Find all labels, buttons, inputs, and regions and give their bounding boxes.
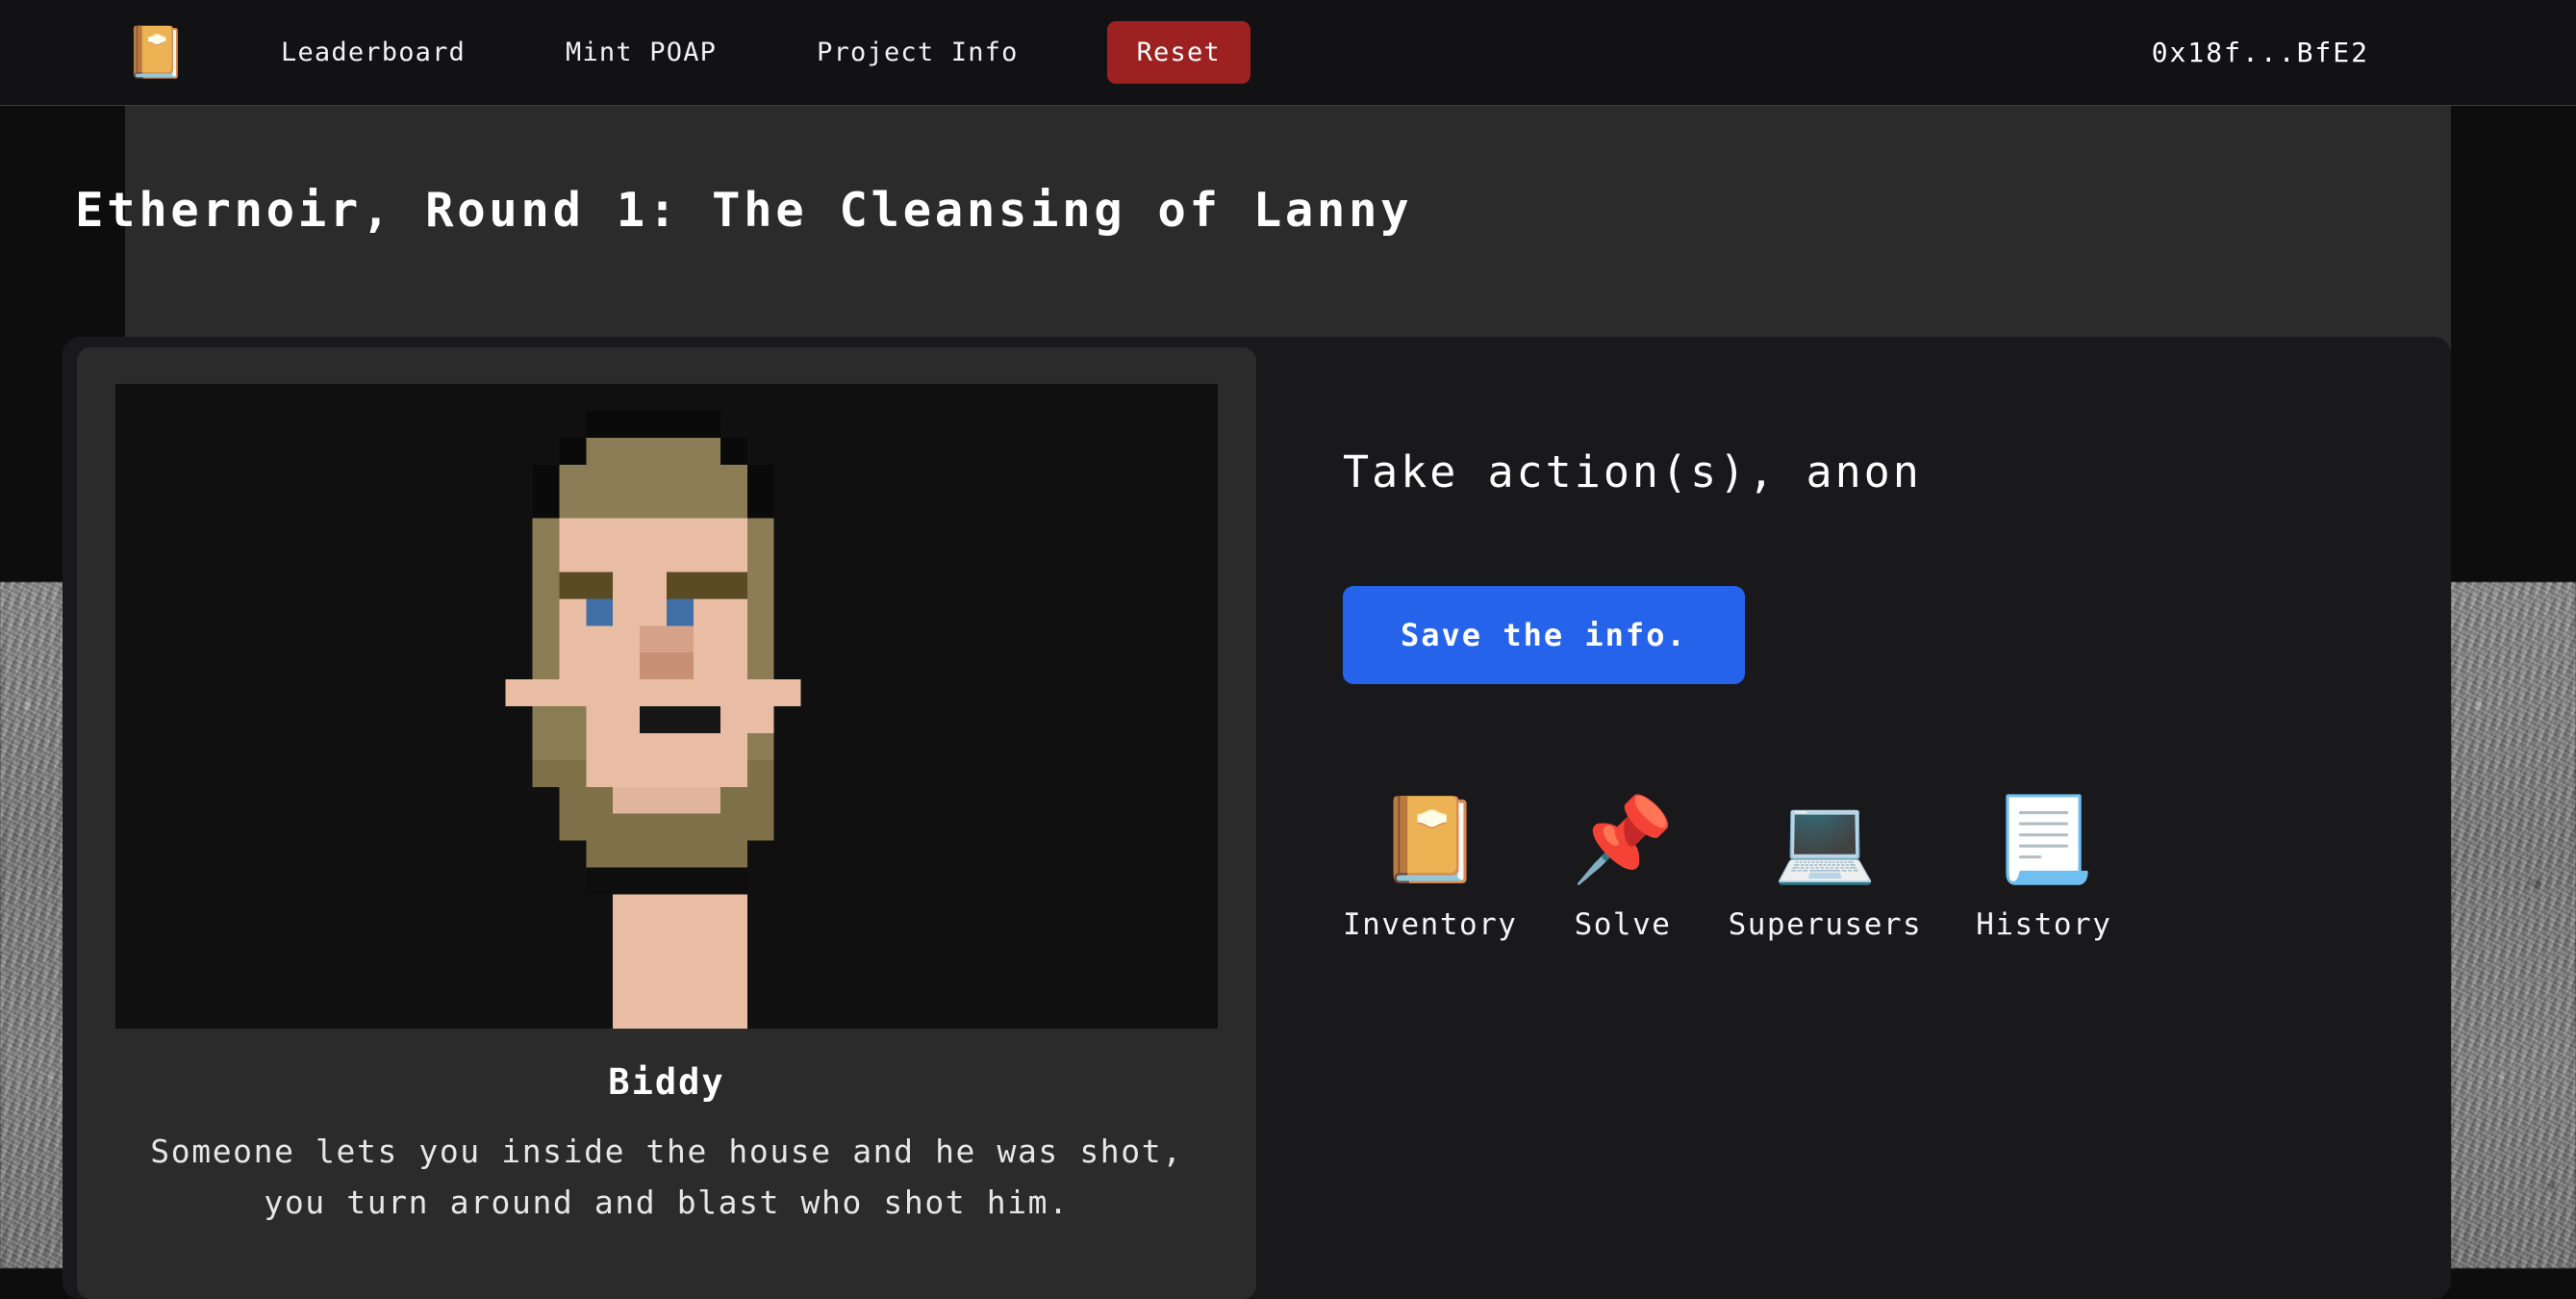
tool-label-inventory: Inventory	[1343, 907, 1518, 942]
character-name: Biddy	[608, 1061, 725, 1103]
tool-label-solve: Solve	[1574, 907, 1672, 942]
pushpin-icon: 📌	[1571, 792, 1675, 888]
tool-label-superusers: Superusers	[1728, 907, 1923, 942]
action-panel-heading: Take action(s), anon	[1343, 446, 1922, 497]
tool-row: 📔 Inventory 📌 Solve 💻 Superusers 📃 Histo…	[1343, 786, 2451, 942]
tool-superusers[interactable]: 💻 Superusers	[1729, 786, 1923, 942]
nav-links: Leaderboard Mint POAP Project Info Reset	[269, 21, 1250, 84]
nav-link-leaderboard[interactable]: Leaderboard	[269, 28, 477, 77]
tool-inventory[interactable]: 📔 Inventory	[1343, 786, 1517, 942]
save-the-info-button[interactable]: Save the info.	[1343, 586, 1745, 684]
right-texture-margin	[2451, 582, 2576, 1268]
game-board: Biddy Someone lets you inside the house …	[63, 337, 2451, 1299]
tool-label-history: History	[1976, 907, 2112, 942]
notebook-logo-icon[interactable]: 📔	[125, 19, 188, 87]
page-title: Ethernoir, Round 1: The Cleansing of Lan…	[75, 183, 1413, 238]
page-stage: 📔 Leaderboard Mint POAP Project Info Res…	[0, 0, 2576, 1299]
laptop-icon: 💻	[1773, 792, 1877, 888]
character-portrait	[115, 384, 1218, 1029]
character-card: Biddy Someone lets you inside the house …	[77, 347, 1256, 1299]
notebook-icon: 📔	[1378, 792, 1482, 888]
character-quote: Someone lets you inside the house and he…	[150, 1133, 1183, 1222]
nav-link-project-info[interactable]: Project Info	[805, 28, 1029, 77]
tool-solve[interactable]: 📌 Solve	[1571, 786, 1674, 942]
tool-history[interactable]: 📃 History	[1976, 786, 2111, 942]
navbar: 📔 Leaderboard Mint POAP Project Info Res…	[0, 0, 2576, 106]
reset-button[interactable]: Reset	[1106, 21, 1250, 84]
nav-link-mint-poap[interactable]: Mint POAP	[554, 28, 728, 77]
page-icon: 📃	[1992, 792, 2096, 888]
wallet-address[interactable]: 0x18f...BfE2	[2152, 37, 2369, 68]
action-panel: Take action(s), anon Save the info. 📔 In…	[1256, 337, 2451, 1299]
